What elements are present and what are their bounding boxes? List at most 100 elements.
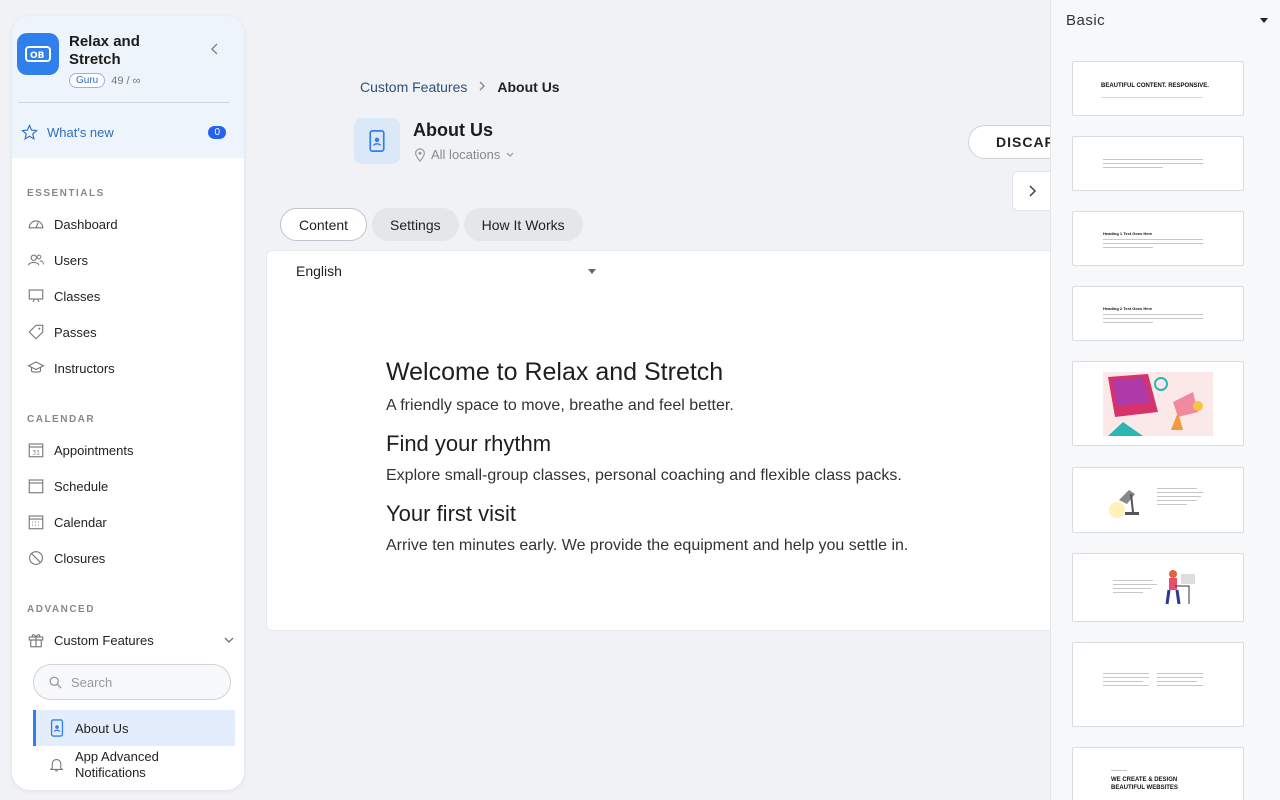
- star-icon: [21, 124, 38, 141]
- sidebar-item-label: Users: [54, 252, 88, 268]
- search-icon: [49, 676, 62, 689]
- toggle-panel-button[interactable]: [1012, 171, 1052, 211]
- template-category-select[interactable]: Basic: [1051, 0, 1280, 40]
- app-logo-icon: OB: [17, 33, 59, 75]
- sidebar-item-instructors[interactable]: Instructors: [27, 358, 115, 378]
- locations-label: All locations: [431, 147, 501, 162]
- tab-how-it-works[interactable]: How It Works: [463, 208, 583, 241]
- sidebar: OB Relax and Stretch Guru 49 / ∞ What's …: [12, 16, 244, 790]
- page-phone-icon: [354, 118, 400, 164]
- sidebar-item-dashboard[interactable]: Dashboard: [27, 214, 118, 234]
- calendar-31-icon: 31: [28, 443, 44, 458]
- sidebar-item-calendar[interactable]: Calendar: [27, 512, 107, 532]
- template-title: WE CREATE & DESIGN BEAUTIFUL WEBSITES: [1111, 777, 1178, 791]
- tab-bar: Content Settings How It Works: [280, 208, 588, 241]
- person-at-desk-illustration: [1165, 570, 1195, 605]
- dashboard-icon: [28, 220, 44, 229]
- tag-icon: [28, 324, 44, 340]
- sidebar-item-label: Classes: [54, 288, 101, 304]
- sidebar-header: OB Relax and Stretch Guru 49 / ∞ What's …: [12, 16, 244, 158]
- sidebar-item-passes[interactable]: Passes: [27, 322, 97, 342]
- schedule-icon: [28, 479, 44, 494]
- sidebar-item-users[interactable]: Users: [27, 250, 88, 270]
- calendar-grid-icon: [28, 515, 44, 530]
- users-icon: [27, 254, 44, 266]
- template-thumbnail[interactable]: Heading 1 Text Goes Here: [1072, 211, 1244, 266]
- svg-text:31: 31: [32, 450, 40, 457]
- template-title: Heading 1 Text Goes Here: [1103, 231, 1153, 236]
- sidebar-search[interactable]: [33, 664, 231, 700]
- divider: [18, 102, 229, 103]
- sidebar-item-schedule[interactable]: Schedule: [27, 476, 108, 496]
- language-select[interactable]: English: [296, 263, 596, 279]
- sidebar-item-custom-features[interactable]: Custom Features: [27, 630, 234, 650]
- sidebar-item-label: Schedule: [54, 478, 109, 494]
- sidebar-item-label: Passes: [54, 324, 97, 340]
- svg-text:OB: OB: [30, 51, 45, 61]
- breadcrumb-current: About Us: [497, 79, 560, 95]
- content-paragraph: A friendly space to move, breathe and fe…: [386, 397, 734, 414]
- bell-icon: [49, 759, 64, 772]
- template-thumbnail[interactable]: [1072, 136, 1244, 191]
- template-title: Heading 2 Text Goes Here: [1103, 306, 1153, 311]
- classes-icon: [28, 289, 44, 303]
- content-heading: Your first visit: [386, 501, 517, 526]
- template-thumbnail[interactable]: [1072, 467, 1244, 533]
- template-thumbnail[interactable]: Heading 2 Text Goes Here: [1072, 286, 1244, 341]
- section-label-advanced: ADVANCED: [27, 604, 95, 615]
- chevron-right-icon: [1029, 185, 1037, 197]
- plan-usage: 49 / ∞: [111, 74, 141, 87]
- chevron-left-icon: [210, 43, 218, 55]
- sidebar-item-classes[interactable]: Classes: [27, 286, 100, 306]
- sidebar-subitem-label: App Advanced Notifications: [75, 749, 159, 780]
- brand[interactable]: OB Relax and Stretch Guru 49 / ∞: [17, 33, 229, 88]
- whats-new-count-badge: 0: [208, 126, 226, 139]
- location-pin-icon: [415, 147, 425, 162]
- sidebar-item-label: Dashboard: [54, 216, 118, 232]
- template-title: BEAUTIFUL CONTENT. RESPONSIVE.: [1101, 83, 1209, 89]
- breadcrumb-parent-link[interactable]: Custom Features: [360, 79, 467, 95]
- content-paragraph: Explore small-group classes, personal co…: [386, 467, 902, 484]
- sidebar-item-appointments[interactable]: 31 Appointments: [27, 440, 134, 460]
- plan-badge: Guru: [69, 73, 106, 88]
- content-paragraph: Arrive ten minutes early. We provide the…: [386, 537, 909, 554]
- phone-icon: [50, 719, 64, 737]
- sidebar-search-input[interactable]: [71, 674, 211, 690]
- template-thumbnail[interactable]: [1072, 553, 1244, 622]
- template-thumbnail[interactable]: WE CREATE & DESIGN BEAUTIFUL WEBSITES: [1072, 747, 1244, 800]
- sidebar-item-label: Calendar: [54, 514, 107, 530]
- tab-content[interactable]: Content: [280, 208, 368, 241]
- collapse-sidebar-button[interactable]: [208, 42, 222, 56]
- whats-new-link[interactable]: What's new 0: [21, 124, 226, 141]
- whats-new-label: What's new: [47, 125, 114, 140]
- content-heading: Find your rhythm: [386, 431, 552, 456]
- tab-settings[interactable]: Settings: [372, 208, 459, 241]
- chevron-down-icon: [224, 637, 234, 643]
- sidebar-item-label: Appointments: [54, 442, 134, 458]
- caret-down-icon: [588, 268, 596, 274]
- sidebar-subitem-about-us[interactable]: About Us: [33, 710, 235, 746]
- sidebar-item-closures[interactable]: Closures: [27, 548, 105, 568]
- sidebar-item-label: Custom Features: [54, 632, 154, 648]
- locations-selector[interactable]: All locations: [414, 147, 515, 162]
- template-thumbnail[interactable]: [1072, 642, 1244, 727]
- page-title: About Us: [413, 120, 493, 140]
- illustration-image: [1103, 372, 1213, 436]
- sidebar-subitem-notifications[interactable]: App Advanced Notifications: [48, 749, 185, 781]
- section-label-calendar: CALENDAR: [27, 414, 96, 425]
- language-value: English: [296, 263, 342, 279]
- content-preview[interactable]: Welcome to Relax and Stretch A friendly …: [386, 358, 908, 571]
- template-thumbnail[interactable]: [1072, 361, 1244, 446]
- caret-down-icon: [1260, 17, 1268, 23]
- gift-icon: [28, 634, 44, 648]
- chevron-down-icon: [506, 152, 514, 157]
- template-thumbnail[interactable]: BEAUTIFUL CONTENT. RESPONSIVE.: [1072, 61, 1244, 116]
- lamp-illustration: [1109, 490, 1139, 518]
- app-name: Relax and Stretch: [69, 33, 140, 68]
- prohibited-icon: [29, 551, 43, 565]
- sidebar-item-label: Closures: [54, 550, 106, 566]
- content-heading-main: Welcome to Relax and Stretch: [386, 358, 724, 386]
- template-panel: Basic BEAUTIFUL CONTENT. RESPONSIVE. Hea…: [1050, 0, 1280, 800]
- section-label-essentials: ESSENTIALS: [27, 188, 105, 199]
- graduation-cap-icon: [27, 361, 45, 373]
